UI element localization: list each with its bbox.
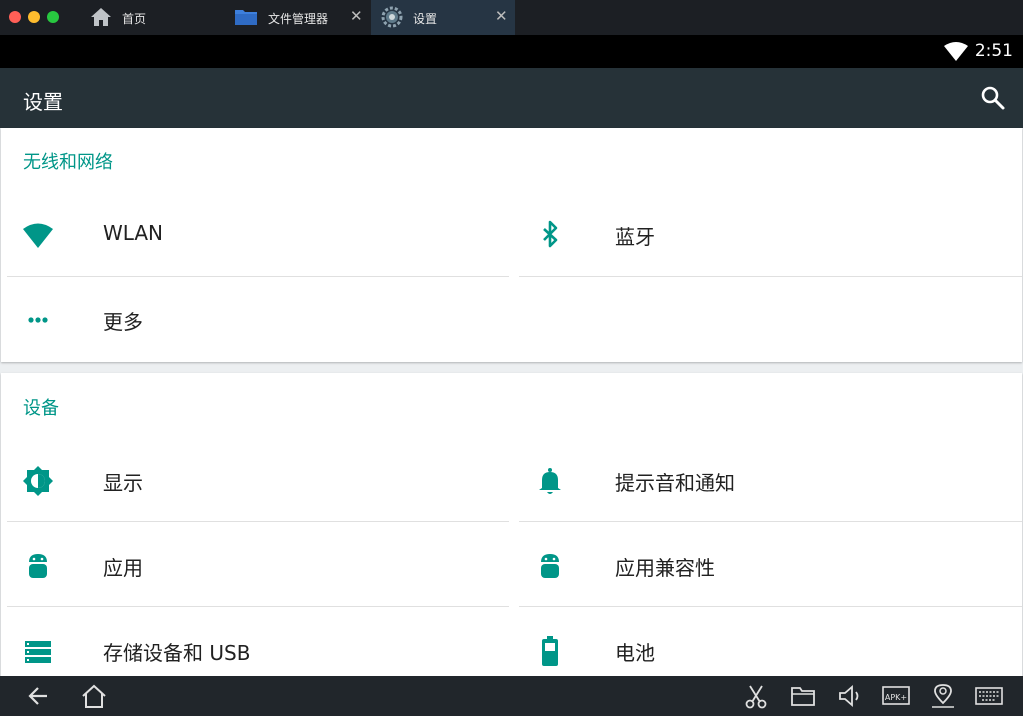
status-bar: 2:51 <box>0 35 1023 68</box>
setting-item-label: 电池 <box>615 641 655 665</box>
tab-home[interactable]: 首页 <box>80 0 225 35</box>
setting-item-more[interactable]: 更多 <box>7 277 509 362</box>
setting-item-display[interactable]: 显示 <box>7 438 509 523</box>
close-tab-icon[interactable]: ✕ <box>350 7 363 25</box>
wifi-icon <box>23 223 53 248</box>
tab-file-manager[interactable]: 文件管理器 ✕ <box>226 0 371 35</box>
bluetooth-icon <box>543 220 558 248</box>
setting-item-apps[interactable]: 应用 <box>7 523 509 608</box>
setting-item-app-compatibility[interactable]: 应用兼容性 <box>519 523 1022 608</box>
setting-item-label: WLAN <box>103 221 164 245</box>
tab-settings[interactable]: 设置 ✕ <box>371 0 515 35</box>
android-icon <box>541 554 559 578</box>
search-icon[interactable] <box>980 85 1006 111</box>
storage-icon <box>25 641 51 663</box>
setting-item-label: 提示音和通知 <box>615 471 735 495</box>
setting-item-label: 应用 <box>103 556 143 580</box>
wifi-icon <box>944 42 968 61</box>
back-icon[interactable] <box>25 682 55 710</box>
maximize-window-button[interactable] <box>47 11 59 23</box>
divider <box>519 606 1022 607</box>
bell-icon <box>539 468 561 494</box>
divider <box>519 276 1022 277</box>
settings-gear-icon <box>381 6 403 28</box>
folder-icon[interactable] <box>788 682 818 710</box>
setting-item-label: 显示 <box>103 471 143 495</box>
setting-item-bluetooth[interactable]: 蓝牙 <box>519 192 1022 277</box>
folder-icon <box>235 10 257 25</box>
section-wireless-networks: 无线和网络 WLAN 蓝牙 更多 <box>1 128 1022 362</box>
bottom-navigation-bar: APK+ <box>0 676 1023 716</box>
settings-app-bar: 设置 <box>0 68 1023 128</box>
volume-icon[interactable] <box>835 682 865 710</box>
setting-item-battery[interactable]: 电池 <box>519 608 1022 676</box>
section-title: 无线和网络 <box>23 152 113 173</box>
apk-label: APK+ <box>885 693 907 702</box>
setting-item-sound-notifications[interactable]: 提示音和通知 <box>519 438 1022 523</box>
home-icon[interactable] <box>79 682 109 710</box>
setting-item-label: 存储设备和 USB <box>103 641 251 665</box>
setting-item-label: 更多 <box>103 310 143 334</box>
divider <box>7 521 509 522</box>
brightness-icon <box>23 466 53 496</box>
tab-label: 设置 <box>413 12 438 26</box>
apk-install-icon[interactable]: APK+ <box>881 682 911 710</box>
setting-item-label: 蓝牙 <box>615 225 655 249</box>
page-title: 设置 <box>23 90 63 114</box>
window-titlebar: 首页 文件管理器 ✕ 设置 ✕ <box>0 0 1023 35</box>
setting-item-storage-usb[interactable]: 存储设备和 USB <box>7 608 509 676</box>
tab-label: 首页 <box>122 12 147 26</box>
scissors-icon[interactable] <box>741 682 771 710</box>
location-icon[interactable] <box>928 682 958 710</box>
status-time: 2:51 <box>974 41 1013 61</box>
divider <box>7 606 509 607</box>
section-title: 设备 <box>23 398 59 419</box>
keyboard-icon[interactable] <box>974 682 1004 710</box>
divider <box>519 521 1022 522</box>
close-window-button[interactable] <box>9 11 21 23</box>
android-icon <box>29 554 47 578</box>
minimize-window-button[interactable] <box>28 11 40 23</box>
close-tab-icon[interactable]: ✕ <box>495 7 508 25</box>
battery-icon <box>542 636 558 666</box>
setting-item-label: 应用兼容性 <box>615 556 715 580</box>
home-icon <box>91 8 111 26</box>
section-device: 设备 显示 提示音和通知 应用 应用兼容性 存储设备和 USB 电池 <box>1 373 1022 676</box>
setting-item-wlan[interactable]: WLAN <box>7 192 509 277</box>
more-dots-icon <box>28 317 48 323</box>
tab-label: 文件管理器 <box>268 12 329 26</box>
